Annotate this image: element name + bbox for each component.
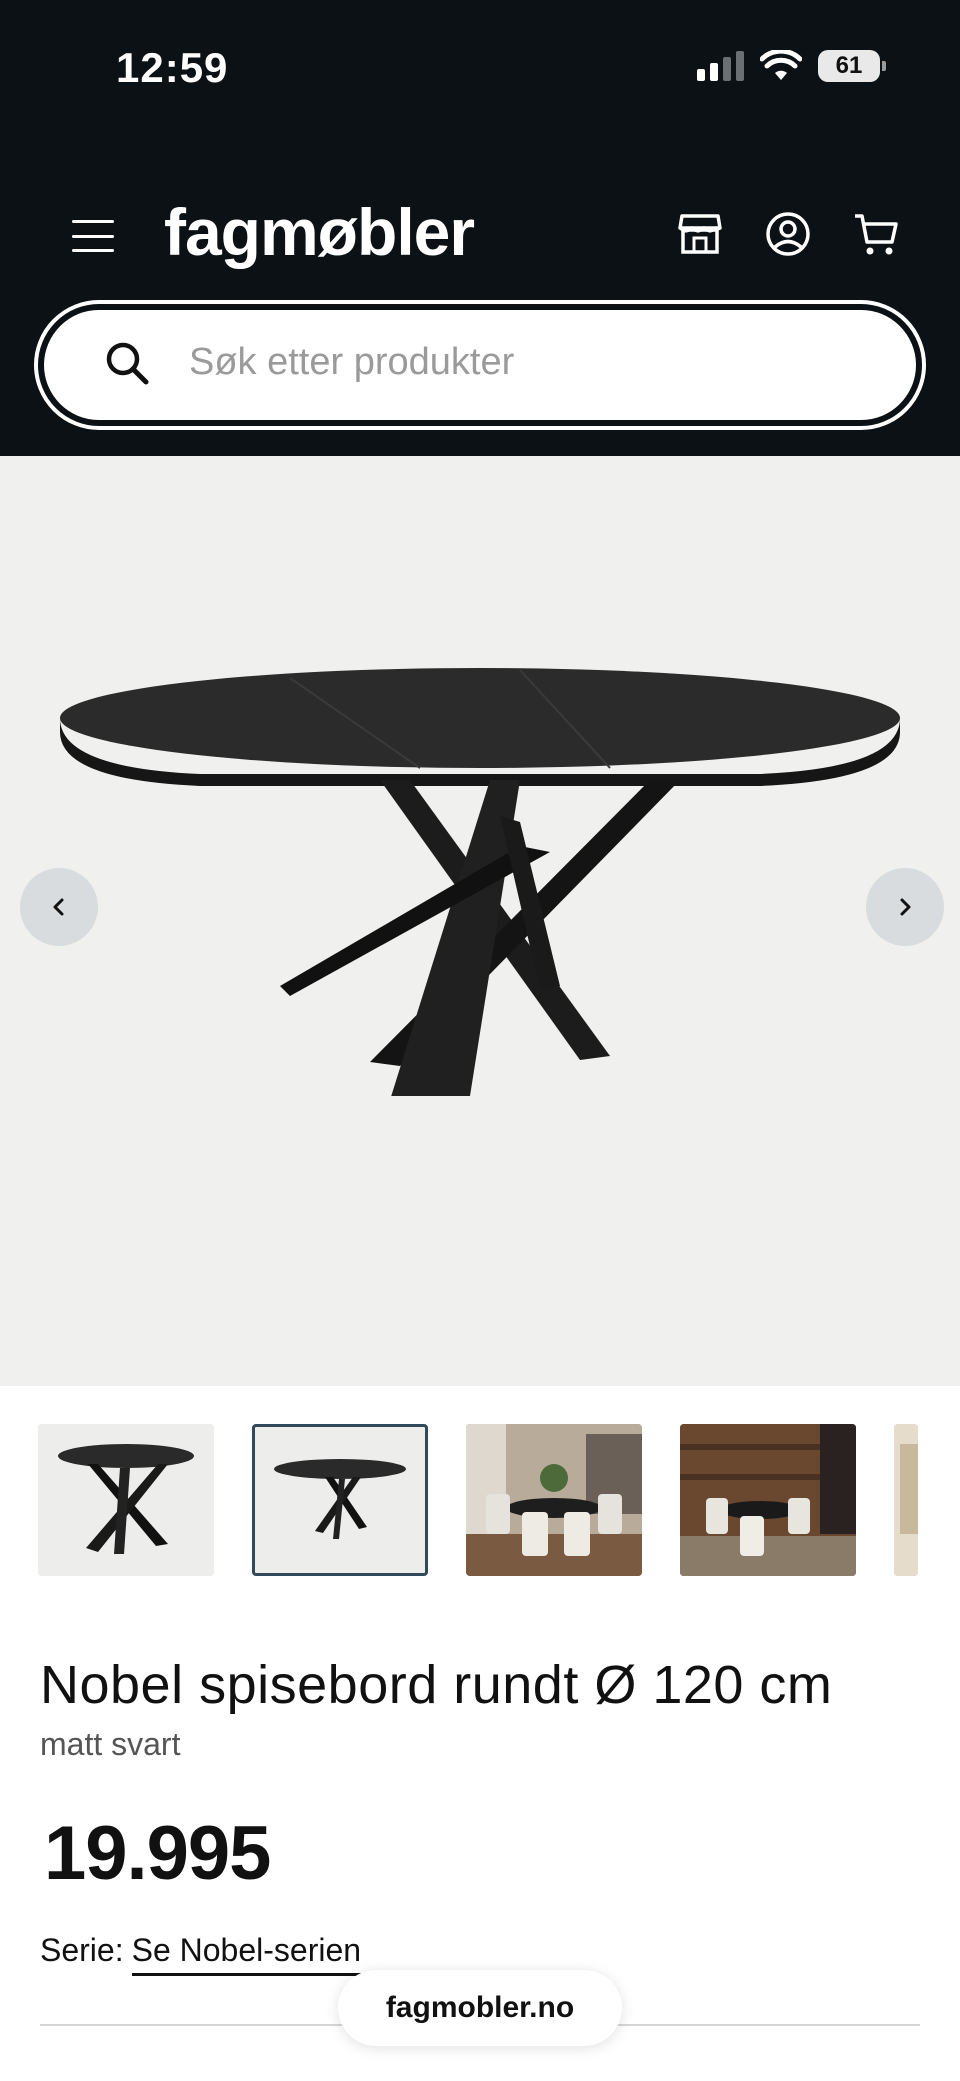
thumbnail-strip <box>38 1424 918 1576</box>
chevron-right-icon <box>900 898 911 916</box>
battery-icon: 61 <box>818 50 886 82</box>
site-logo[interactable]: fagmøbler <box>164 194 475 270</box>
status-indicators: 61 <box>697 50 886 82</box>
series-link[interactable]: Se Nobel-serien <box>131 1932 362 1976</box>
product-variant: matt svart <box>40 1726 181 1762</box>
series-row: Serie: Se Nobel-serien <box>40 1932 362 1976</box>
thumbnail-4[interactable] <box>680 1424 856 1576</box>
signal-icon <box>697 51 744 81</box>
product-image <box>60 668 900 1096</box>
status-time: 12:59 <box>116 44 229 91</box>
thumbnail-5[interactable] <box>894 1424 918 1576</box>
chevron-left-icon <box>53 898 64 916</box>
product-price: 19.995 <box>44 1811 271 1896</box>
next-image-button[interactable] <box>866 868 944 946</box>
site-header: 12:59 61 fagmøbler <box>0 0 960 456</box>
account-icon[interactable] <box>764 210 812 258</box>
search-input[interactable] <box>189 332 789 392</box>
nav-icons <box>676 210 900 258</box>
thumbnail-1[interactable] <box>38 1424 214 1576</box>
thumbnail-3[interactable] <box>466 1424 642 1576</box>
search-box[interactable] <box>44 310 916 420</box>
cart-icon[interactable] <box>852 210 900 258</box>
thumbnail-2[interactable] <box>252 1424 428 1576</box>
nav-row: fagmøbler <box>0 190 960 280</box>
browser-url-bar[interactable]: fagmobler.no <box>338 1970 622 2046</box>
menu-icon[interactable] <box>72 220 114 252</box>
series-label: Serie: <box>40 1932 124 1968</box>
search-icon[interactable] <box>102 338 152 388</box>
product-title: Nobel spisebord rundt Ø 120 cm <box>40 1655 833 1715</box>
previous-image-button[interactable] <box>20 868 98 946</box>
wifi-icon <box>760 50 802 80</box>
store-icon[interactable] <box>676 210 724 258</box>
product-image-carousel[interactable] <box>0 456 960 1386</box>
search-bar <box>34 300 926 430</box>
